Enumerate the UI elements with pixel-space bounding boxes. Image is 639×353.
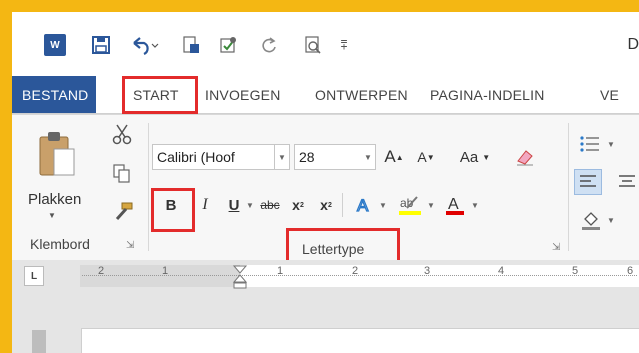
subscript-glyph: x [292,197,300,213]
svg-text:A: A [448,196,459,213]
strikethrough-button[interactable]: abc [256,192,284,218]
align-center-button[interactable] [616,169,638,195]
font-launcher-icon[interactable]: ⇲ [552,242,560,253]
tab-pagina-indeling[interactable]: PAGINA-INDELIN [430,76,545,114]
shading-dropdown-icon[interactable]: ▼ [606,207,616,233]
word-app-icon[interactable]: W [44,34,66,56]
bullets-dropdown-icon[interactable]: ▼ [606,131,616,157]
font-color-dropdown-icon[interactable]: ▼ [470,192,480,218]
subscript-button[interactable]: x2 [288,192,308,218]
paste-dropdown-icon[interactable]: ▼ [48,211,56,220]
new-document-icon[interactable] [180,34,202,56]
highlight-color-icon[interactable]: ab [396,192,424,218]
svg-text:A: A [357,196,369,215]
tab-selector-button[interactable]: L [24,266,44,286]
underline-dropdown-icon[interactable]: ▼ [244,192,256,218]
start-tab-highlight [122,76,198,114]
font-size-value: 28 [299,149,315,165]
align-left-button[interactable] [574,169,602,195]
bold-highlight [151,188,195,232]
paste-label[interactable]: Plakken [28,191,81,208]
document-page[interactable] [81,328,639,353]
copy-icon[interactable] [112,163,132,185]
clipboard-launcher-icon[interactable]: ⇲ [126,240,134,251]
spelling-check-icon[interactable] [218,34,240,56]
print-preview-icon[interactable] [302,34,324,56]
text-effects-icon[interactable]: A [352,192,378,218]
change-case-glyph: Aa [459,148,479,166]
format-painter-icon[interactable] [112,201,134,223]
font-name-value: Calibri (Hoof [157,149,235,165]
group-separator [568,123,569,251]
word-window: W ⩱ D BESTAND START INVOEGEN ONTWERPEN P… [12,12,639,353]
ruler: L 2 1 1 2 3 4 5 6 [12,260,639,292]
shrink-font-glyph: A [417,149,427,165]
grow-font-glyph: A [384,147,396,166]
tab-bestand[interactable]: BESTAND [12,76,96,114]
customize-toolbar-icon[interactable]: ⩱ [338,34,350,56]
document-area [12,292,639,353]
save-icon[interactable] [90,34,112,56]
clipboard-group-label: Klembord [30,236,90,252]
superscript-glyph: x [320,197,328,213]
font-size-dropdown-icon[interactable]: ▼ [361,145,375,169]
text-effects-dropdown-icon[interactable]: ▼ [378,192,388,218]
redo-icon[interactable] [258,34,280,56]
quick-access-toolbar: W ⩱ D [12,12,639,74]
left-gutter-block [32,330,46,353]
cut-icon[interactable] [112,123,132,145]
window-title-fragment: D [627,36,639,53]
font-size-combo[interactable]: 28 ▼ [294,144,376,170]
ribbon-tabs: BESTAND START INVOEGEN ONTWERPEN PAGINA-… [12,76,639,114]
font-name-combo[interactable]: Calibri (Hoof ▼ [152,144,290,170]
font-name-dropdown-icon[interactable]: ▼ [274,145,289,169]
group-separator [148,123,149,251]
superscript-button[interactable]: x2 [316,192,336,218]
paste-icon[interactable] [36,127,78,181]
shading-icon[interactable] [578,207,604,233]
highlight-dropdown-icon[interactable]: ▼ [426,192,436,218]
font-separator [342,193,343,217]
tab-ontwerpen[interactable]: ONTWERPEN [315,76,408,114]
ruler-dots [82,275,637,277]
bullets-icon[interactable] [578,131,602,157]
font-color-icon[interactable]: A [442,192,468,218]
italic-button[interactable]: I [195,192,215,218]
shrink-font-button[interactable]: A ▼ [414,144,438,170]
tab-beeld-partial[interactable]: VE [600,76,619,114]
indent-marker-icon[interactable] [232,264,248,290]
change-case-button[interactable]: Aa ▼ [452,144,498,170]
grow-font-button[interactable]: A ▲ [382,144,406,170]
tab-invoegen[interactable]: INVOEGEN [205,76,281,114]
underline-button[interactable]: U [224,192,244,218]
undo-icon[interactable] [128,34,162,56]
clear-formatting-icon[interactable] [512,144,538,170]
